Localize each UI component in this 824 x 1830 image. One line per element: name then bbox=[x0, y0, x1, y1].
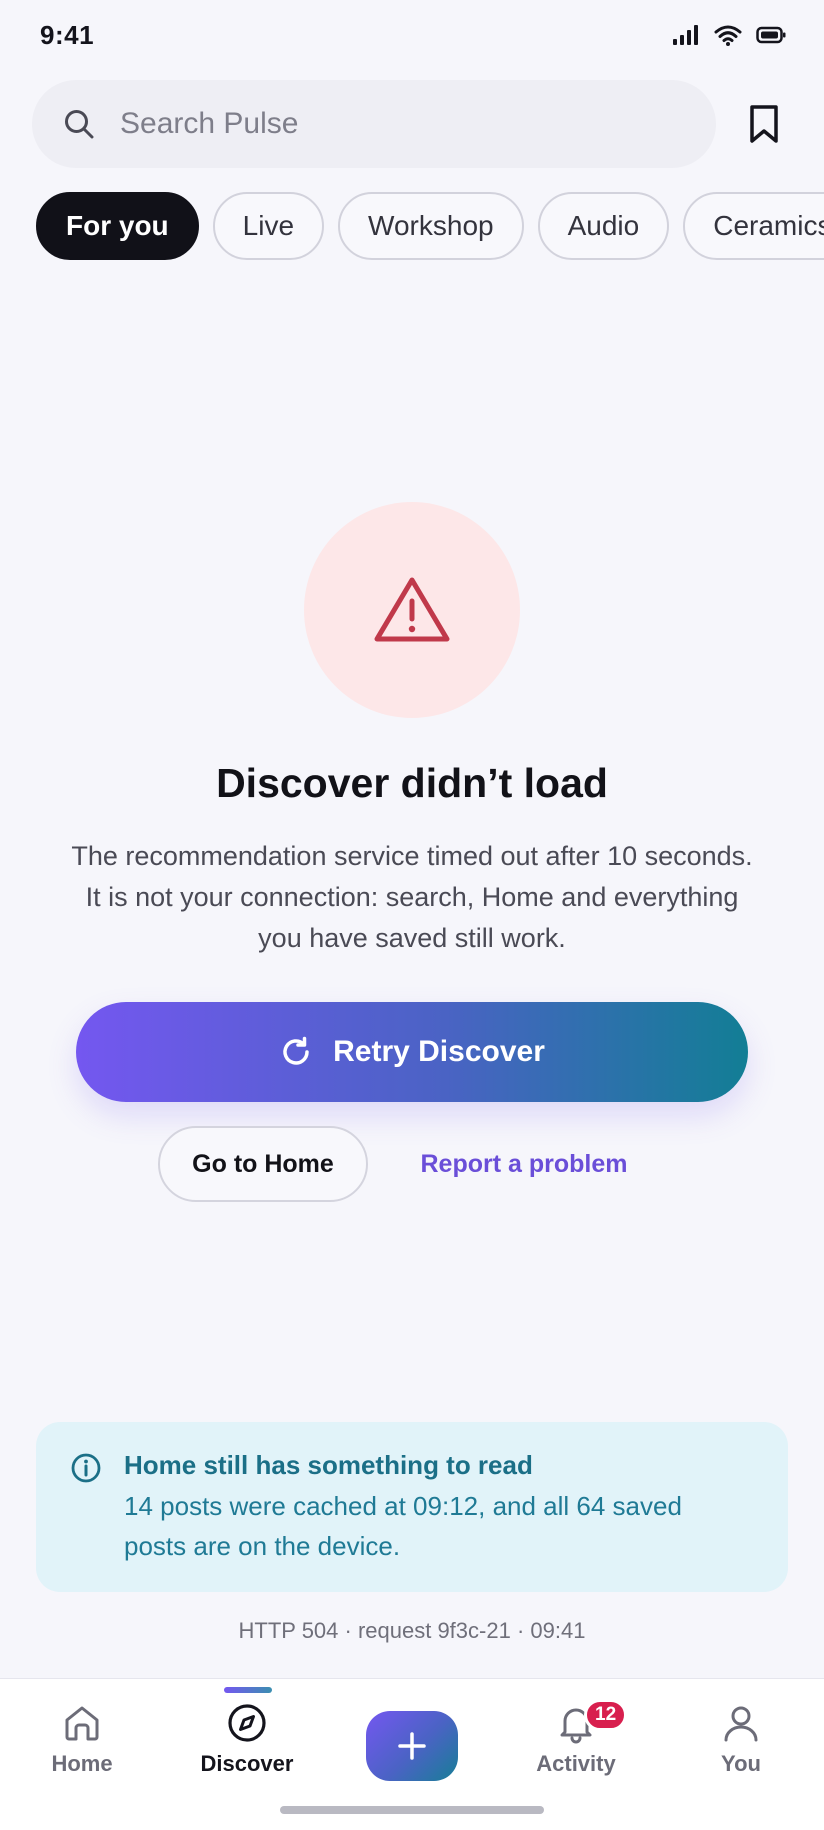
refresh-icon bbox=[283, 1036, 309, 1065]
report-problem-link[interactable]: Report a problem bbox=[404, 1126, 644, 1202]
info-title: Home still has something to read bbox=[124, 1450, 533, 1480]
bookmark-icon bbox=[750, 105, 778, 143]
tab-you-label: You bbox=[721, 1751, 761, 1776]
error-title: Discover didn’t load bbox=[216, 760, 608, 806]
compose-button[interactable] bbox=[366, 1711, 458, 1781]
tab-home-label: Home bbox=[51, 1751, 113, 1776]
search-box[interactable] bbox=[32, 80, 716, 168]
chip-ceramics[interactable]: Ceramics bbox=[683, 192, 824, 260]
chip-workshop[interactable]: Workshop bbox=[338, 192, 524, 260]
search-row bbox=[32, 80, 792, 168]
tab-discover-label: Discover bbox=[200, 1751, 294, 1776]
search-input[interactable] bbox=[120, 107, 680, 141]
compass-icon bbox=[228, 1704, 266, 1742]
home-indicator bbox=[280, 1806, 544, 1814]
error-illustration bbox=[304, 502, 520, 718]
info-text: Home still has something to read 14 post… bbox=[124, 1448, 724, 1592]
retry-discover-button[interactable]: Retry Discover bbox=[76, 1002, 748, 1102]
search-icon bbox=[65, 110, 94, 139]
bookmarks-button[interactable] bbox=[736, 96, 792, 152]
retry-discover-label: Retry Discover bbox=[333, 1035, 545, 1068]
battery-icon bbox=[756, 26, 786, 44]
warning-icon bbox=[374, 577, 450, 642]
chip-live[interactable]: Live bbox=[212, 192, 325, 260]
tab-activity-label: Activity bbox=[536, 1751, 616, 1776]
error-description: The recommendation service timed out aft… bbox=[71, 841, 753, 953]
chip-audio[interactable]: Audio bbox=[537, 192, 670, 260]
status-icons bbox=[672, 24, 786, 46]
tab-home[interactable]: Home bbox=[22, 1701, 142, 1801]
status-time: 9:41 bbox=[40, 19, 95, 50]
info-body: 14 posts were cached at 09:12, and all 6… bbox=[124, 1491, 682, 1561]
error-debug-line: HTTP 504 · request 9f3c-21 · 09:41 bbox=[238, 1618, 586, 1643]
status-bar: 9:41 bbox=[0, 0, 824, 70]
user-icon bbox=[724, 1706, 758, 1742]
offline-info-card: Home still has something to read 14 post… bbox=[36, 1422, 788, 1592]
filter-chips: For you Live Workshop Audio Ceramics bbox=[36, 192, 824, 260]
info-icon bbox=[71, 1453, 101, 1483]
chip-for-you[interactable]: For you bbox=[36, 192, 199, 260]
signal-icon bbox=[673, 25, 698, 45]
go-to-home-button[interactable]: Go to Home bbox=[158, 1126, 368, 1202]
home-icon bbox=[65, 1706, 99, 1741]
activity-badge: 12 bbox=[584, 1699, 628, 1731]
tab-discover[interactable]: Discover bbox=[187, 1701, 307, 1801]
wifi-icon bbox=[714, 25, 742, 46]
plus-icon bbox=[398, 1732, 426, 1760]
tab-you[interactable]: You bbox=[681, 1701, 801, 1801]
active-tab-indicator bbox=[224, 1687, 272, 1693]
